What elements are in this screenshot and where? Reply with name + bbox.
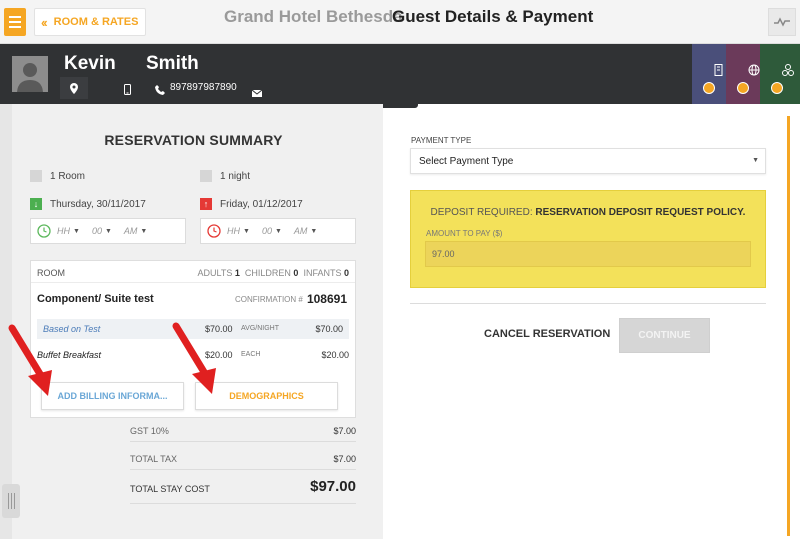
checkin-date[interactable]: ↓ Thursday, 30/11/2017 — [30, 198, 146, 210]
email-icon[interactable] — [251, 84, 263, 102]
red-arrow-icon — [8, 324, 52, 396]
network-icon — [782, 64, 794, 76]
total-stay-cost-row: TOTAL STAY COST $97.00 — [130, 474, 356, 504]
continue-button[interactable]: CONTINUE — [619, 318, 710, 353]
reservation-summary-title: RESERVATION SUMMARY — [104, 132, 283, 148]
deposit-message: DEPOSIT REQUIRED: RESERVATION DEPOSIT RE… — [430, 207, 746, 218]
payment-type-label: PAYMENT TYPE — [411, 136, 472, 145]
clock-red-icon — [207, 224, 221, 238]
hotel-name: Grand Hotel Bethesda — [224, 7, 403, 26]
mobile-phone-icon[interactable] — [124, 82, 131, 100]
amount-to-pay-label: AMOUNT TO PAY ($) — [426, 229, 503, 238]
cancel-reservation-button[interactable]: CANCEL RESERVATION — [484, 328, 610, 340]
room-name: Component/ Suite test — [37, 293, 154, 305]
payment-type-select[interactable]: Select Payment Type ▼ — [410, 148, 766, 174]
divider — [410, 303, 766, 304]
arrow-up-icon: ↑ — [200, 198, 212, 210]
confirmation-label: CONFIRMATION # — [235, 295, 303, 304]
globe-icon — [748, 64, 760, 76]
search-badge-icon — [737, 82, 749, 94]
bed-icon — [30, 170, 42, 182]
moon-icon — [200, 170, 212, 182]
share-tile[interactable] — [760, 44, 800, 104]
double-chevron-left-icon: ‹‹ — [41, 14, 48, 30]
guest-counts: ADULTS 1 CHILDREN 0 INFANTS 0 — [197, 268, 350, 278]
checkout-hour-select[interactable]: HH ▼ — [227, 226, 250, 236]
guest-phone-number[interactable]: 897897987890 — [170, 82, 237, 93]
night-count: 1 night — [200, 170, 250, 182]
building-tile[interactable] — [692, 44, 726, 104]
top-bar: ‹‹ ROOM & RATES Grand Hotel Bethesda Gue… — [0, 0, 800, 44]
red-arrow-icon — [172, 322, 216, 394]
back-to-room-rates-button[interactable]: ‹‹ ROOM & RATES — [34, 8, 146, 36]
chevron-down-icon: ▼ — [752, 157, 759, 164]
location-pin-icon — [70, 82, 78, 94]
back-button-label: ROOM & RATES — [53, 16, 139, 28]
gst-row: GST 10% $7.00 — [130, 420, 356, 442]
search-badge-icon — [703, 82, 715, 94]
checkin-time-picker[interactable]: HH ▼ 00 ▼ AM ▼ — [30, 218, 186, 244]
arrow-down-icon: ↓ — [30, 198, 42, 210]
confirmation-number: 108691 — [306, 292, 347, 306]
guest-header: Kevin Smith 897897987890 — [0, 44, 800, 104]
user-silhouette-icon — [12, 56, 48, 92]
guest-first-name[interactable]: Kevin — [64, 53, 116, 75]
header-toggle-handle[interactable] — [380, 100, 418, 108]
amount-to-pay-input[interactable]: 97.00 — [425, 241, 751, 267]
checkout-date[interactable]: ↑ Friday, 01/12/2017 — [200, 198, 303, 210]
location-button[interactable] — [60, 77, 88, 99]
checkin-minute-select[interactable]: 00 ▼ — [92, 226, 112, 236]
phone-icon[interactable] — [155, 82, 165, 100]
add-billing-information-button[interactable]: ADD BILLING INFORMA... — [41, 382, 184, 410]
checkout-minute-select[interactable]: 00 ▼ — [262, 226, 282, 236]
room-count: 1 Room — [30, 170, 85, 182]
checkout-time-picker[interactable]: HH ▼ 00 ▼ AM ▼ — [200, 218, 356, 244]
guest-last-name[interactable]: Smith — [146, 53, 199, 75]
room-card-header: ROOM ADULTS 1 CHILDREN 0 INFANTS 0 — [31, 261, 355, 283]
globe-tile[interactable] — [726, 44, 760, 104]
guest-avatar[interactable] — [12, 56, 48, 92]
checkin-ampm-select[interactable]: AM ▼ — [124, 226, 147, 236]
total-tax-row: TOTAL TAX $7.00 — [130, 448, 356, 470]
search-badge-icon — [771, 82, 783, 94]
building-icon — [714, 64, 723, 76]
deposit-required-box: DEPOSIT REQUIRED: RESERVATION DEPOSIT RE… — [410, 190, 766, 288]
panel-drag-handle[interactable] — [2, 484, 20, 518]
menu-button[interactable] — [4, 8, 26, 36]
activity-icon — [774, 17, 790, 27]
checkin-hour-select[interactable]: HH ▼ — [57, 226, 80, 236]
activity-button[interactable] — [768, 8, 796, 36]
menu-icon — [9, 16, 21, 18]
page-title: Guest Details & Payment — [392, 7, 594, 26]
clock-green-icon — [37, 224, 51, 238]
scrollbar[interactable] — [787, 116, 790, 536]
checkout-ampm-select[interactable]: AM ▼ — [294, 226, 317, 236]
